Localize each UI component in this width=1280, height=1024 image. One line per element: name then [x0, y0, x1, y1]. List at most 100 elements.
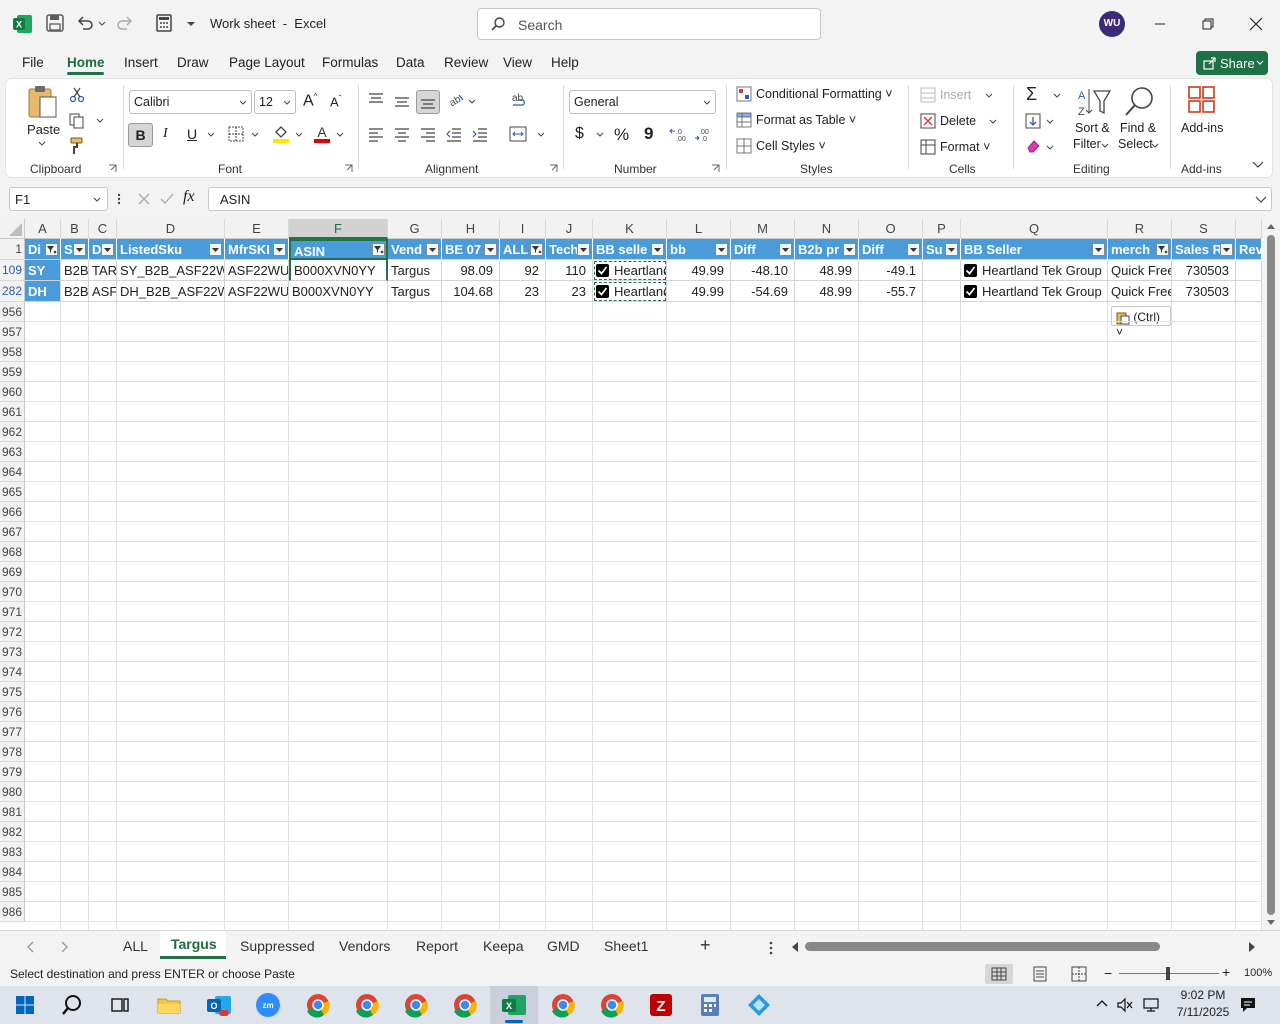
confirm-entry-icon[interactable]: [160, 192, 174, 206]
filter-dropdown-icon[interactable]: [45, 243, 58, 256]
table-cell[interactable]: 104.68: [442, 281, 500, 302]
orientation-icon[interactable]: ab: [447, 92, 465, 108]
wrap-text-icon[interactable]: ab: [511, 92, 529, 110]
column-header[interactable]: N: [795, 219, 859, 239]
tab-help[interactable]: Help: [551, 55, 579, 70]
more-options-icon[interactable]: [117, 192, 121, 206]
row-header[interactable]: 984: [0, 862, 25, 882]
increase-decimal-icon[interactable]: .0.00: [669, 126, 689, 142]
format-cells-button[interactable]: Format ˅: [940, 140, 990, 154]
tab-view[interactable]: View: [503, 55, 532, 70]
worksheet-grid[interactable]: ABCDEFGHIJKLMNOPQRS (Ctrl) ˅ 1 Di S D Listed…: [0, 219, 1262, 930]
app-diamond-icon[interactable]: [745, 991, 773, 1019]
table-cell[interactable]: DH: [25, 281, 61, 302]
sheet-more-icon[interactable]: [769, 941, 773, 955]
share-button[interactable]: Share: [1196, 51, 1268, 75]
fill-color-dropdown-icon[interactable]: [295, 132, 303, 138]
chrome-profile-icon[interactable]: [353, 991, 381, 1019]
undo-dropdown-icon[interactable]: [97, 13, 107, 35]
customize-toolbar-icon[interactable]: [185, 13, 197, 35]
table-cell[interactable]: Heartland Tek Group: [961, 281, 1108, 302]
copy-icon[interactable]: [69, 113, 85, 129]
align-bottom-icon[interactable]: [416, 90, 440, 114]
vertical-scrollbar[interactable]: [1262, 219, 1280, 930]
file-explorer-icon[interactable]: [155, 991, 183, 1019]
table-cell[interactable]: B2B: [61, 281, 89, 302]
chrome-profile-icon[interactable]: [402, 991, 430, 1019]
row-header[interactable]: 985: [0, 882, 25, 902]
row-header[interactable]: 959: [0, 362, 25, 382]
tab-review[interactable]: Review: [444, 55, 488, 70]
checkbox-checked-icon[interactable]: [964, 264, 977, 278]
paste-dropdown-icon[interactable]: [38, 141, 46, 147]
normal-view-icon[interactable]: [985, 964, 1013, 984]
table-cell[interactable]: B2B: [61, 260, 89, 281]
row-header[interactable]: 973: [0, 642, 25, 662]
cell-styles-button[interactable]: Cell Styles ˅: [756, 139, 826, 153]
chrome-icon[interactable]: [304, 991, 332, 1019]
column-header[interactable]: O: [859, 219, 923, 239]
table-cell[interactable]: [1236, 281, 1262, 302]
table-cell[interactable]: 23: [546, 281, 593, 302]
underline-dropdown-icon[interactable]: [207, 132, 215, 138]
cut-icon[interactable]: [69, 87, 85, 103]
table-cell[interactable]: [923, 281, 961, 302]
column-header[interactable]: R: [1108, 219, 1172, 239]
row-header[interactable]: 972: [0, 622, 25, 642]
checkbox-checked-icon[interactable]: [964, 285, 977, 299]
table-header-cell[interactable]: Rev: [1236, 239, 1262, 260]
filter-dropdown-icon[interactable]: [426, 243, 439, 256]
conditional-formatting-button[interactable]: Conditional Formatting ˅: [756, 87, 893, 101]
table-cell[interactable]: -48.10: [731, 260, 795, 281]
column-header[interactable]: H: [442, 219, 500, 239]
previous-sheet-icon[interactable]: [27, 941, 35, 953]
column-header[interactable]: M: [731, 219, 795, 239]
select-all-button[interactable]: [0, 219, 25, 239]
align-center-icon[interactable]: [394, 126, 410, 142]
page-layout-view-icon[interactable]: [1032, 966, 1048, 982]
decrease-font-size-icon[interactable]: Aˇ: [330, 94, 341, 109]
sheet-tab-report[interactable]: Report: [416, 938, 458, 954]
filter-dropdown-icon[interactable]: [577, 243, 590, 256]
row-header[interactable]: 109: [0, 260, 25, 281]
scroll-down-icon[interactable]: [1267, 920, 1275, 926]
clear-icon[interactable]: [1025, 138, 1041, 154]
dialog-launcher-icon[interactable]: [108, 164, 117, 173]
redo-icon[interactable]: [115, 13, 137, 35]
delete-cells-button[interactable]: Delete: [940, 114, 976, 128]
table-cell[interactable]: 92: [500, 260, 546, 281]
zoom-in-icon[interactable]: +: [1222, 964, 1230, 980]
table-cell[interactable]: 49.99: [667, 260, 731, 281]
volume-muted-icon[interactable]: [1116, 996, 1134, 1014]
table-cell[interactable]: SY: [25, 260, 61, 281]
filter-dropdown-icon[interactable]: [651, 243, 664, 256]
add-ins-icon[interactable]: [1187, 85, 1217, 115]
increase-indent-icon[interactable]: [472, 126, 488, 142]
taskbar-search-icon[interactable]: [58, 991, 86, 1019]
table-cell[interactable]: 98.09: [442, 260, 500, 281]
filter-dropdown-icon[interactable]: [484, 243, 497, 256]
column-header[interactable]: K: [593, 219, 667, 239]
sort-filter-label-2[interactable]: Filter: [1073, 137, 1101, 151]
zoom-slider-thumb[interactable]: [1166, 967, 1170, 980]
underline-icon[interactable]: U: [187, 126, 197, 142]
collapse-ribbon-icon[interactable]: [1252, 161, 1264, 169]
currency-format-icon[interactable]: $: [575, 125, 584, 143]
chevron-down-icon[interactable]: [1101, 143, 1109, 149]
row-header[interactable]: 979: [0, 762, 25, 782]
checkbox-checked-icon[interactable]: [596, 285, 609, 299]
column-header[interactable]: P: [923, 219, 961, 239]
network-icon[interactable]: [1142, 996, 1160, 1014]
row-header[interactable]: 978: [0, 742, 25, 762]
table-cell[interactable]: 730503: [1172, 260, 1236, 281]
find-select-label-1[interactable]: Find &: [1120, 121, 1156, 135]
decrease-indent-icon[interactable]: [446, 126, 462, 142]
scroll-left-icon[interactable]: [791, 941, 799, 953]
borders-dropdown-icon[interactable]: [251, 132, 259, 138]
vertical-scroll-thumb[interactable]: [1267, 235, 1275, 915]
table-cell[interactable]: 730503: [1172, 281, 1236, 302]
tab-data[interactable]: Data: [396, 55, 425, 70]
filter-dropdown-icon[interactable]: [843, 243, 856, 256]
number-format-select[interactable]: General: [569, 90, 716, 114]
table-header-cell[interactable]: BB Seller: [961, 239, 1108, 260]
